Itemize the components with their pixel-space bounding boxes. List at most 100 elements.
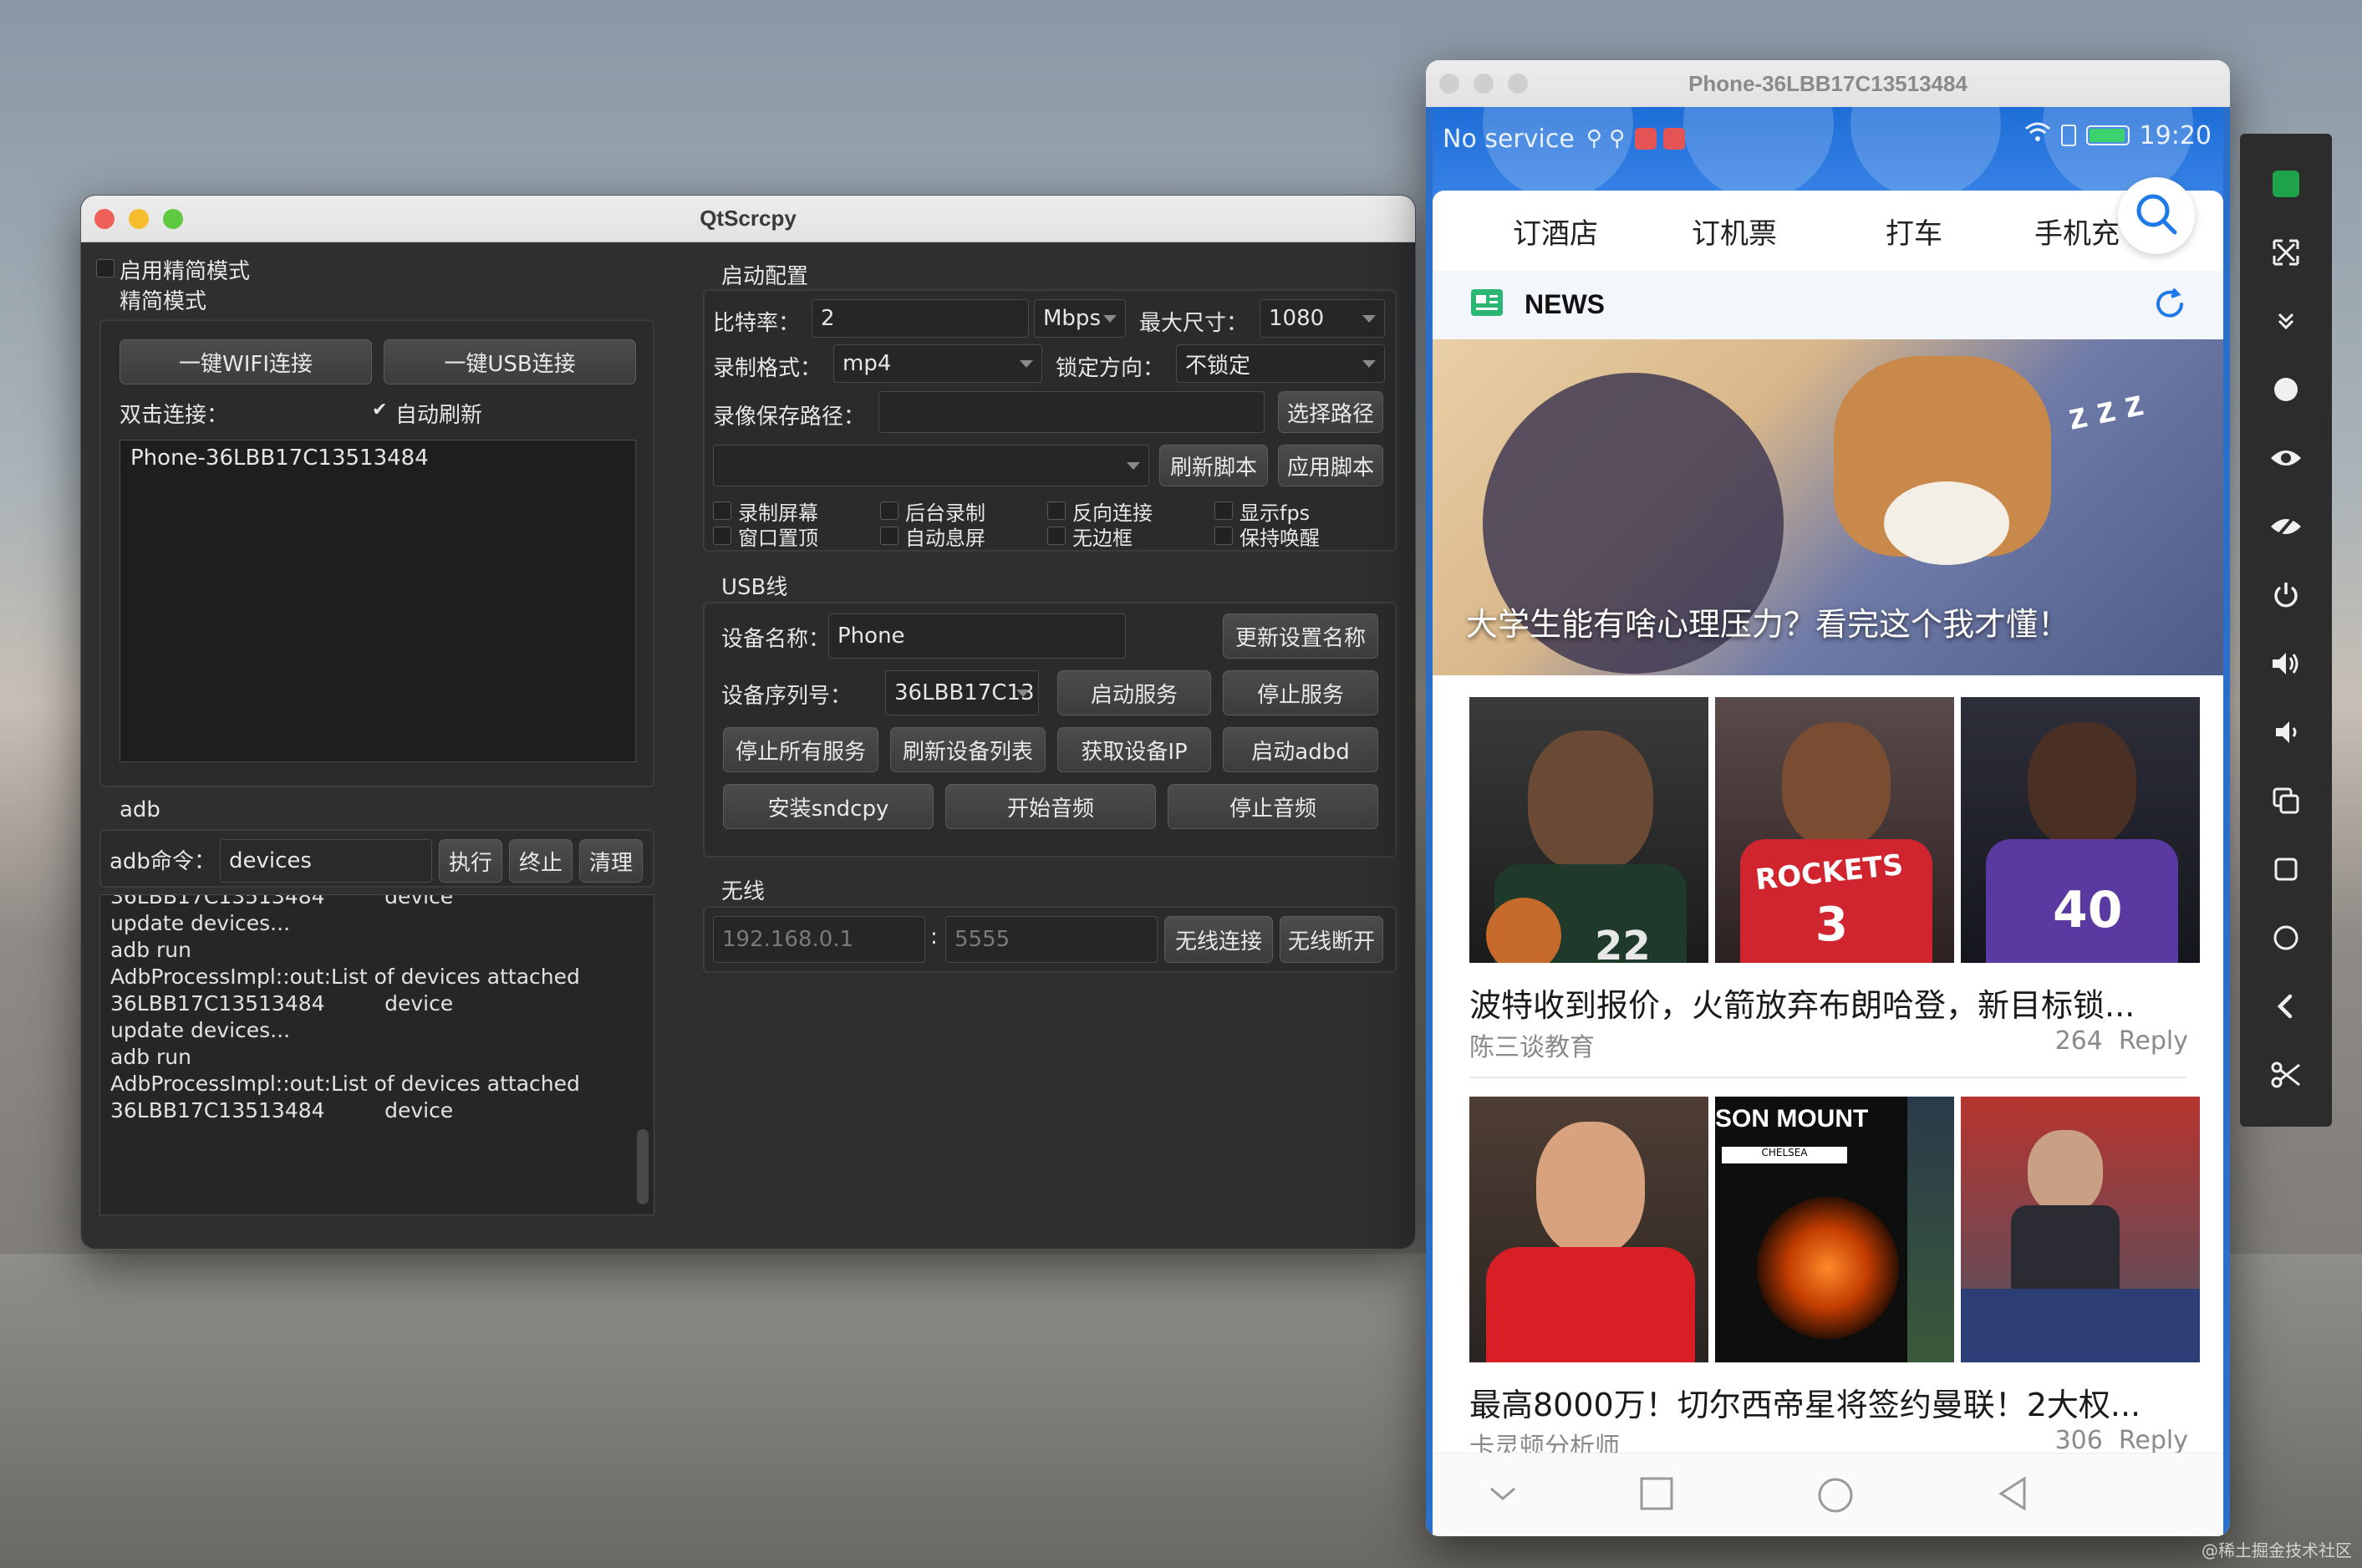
hero-banner[interactable]: z z z 大学生能有啥心理压力？看完这个我才懂！ <box>1433 339 2223 675</box>
device-list-item[interactable]: Phone-36LBB17C13513484 <box>120 440 635 476</box>
phone-zoom-button[interactable] <box>1508 74 1528 94</box>
usb-group-label: USB线 <box>721 575 788 600</box>
record-format-label: 录制格式： <box>713 356 822 381</box>
simple-mode-checkbox[interactable] <box>96 259 115 277</box>
hero-cat-chest <box>1884 481 2009 565</box>
get-device-ip-button[interactable]: 获取设备IP <box>1057 727 1211 772</box>
wireless-disconnect-button[interactable]: 无线断开 <box>1280 916 1383 963</box>
news-card[interactable]: SON MOUNT CHELSEA 最高8000万！切尔西帝星将签约曼联！2大权… <box>1433 1097 2223 1464</box>
reverse-connect-checkbox[interactable] <box>1047 501 1066 520</box>
refresh-devices-button[interactable]: 刷新设备列表 <box>890 727 1046 772</box>
search-button[interactable] <box>2118 177 2195 254</box>
install-sndcpy-button[interactable]: 安装sndcpy <box>723 784 934 829</box>
news-card[interactable]: 22 ROCKETS 3 40 波特收到报价，火箭放弃布朗哈登，新目标锁... … <box>1433 697 2223 1065</box>
tab-flight[interactable]: 订机票 <box>1692 211 1777 252</box>
phone-traffic-lights <box>1439 74 1528 94</box>
watermark: @稀土掘金技术社区 <box>2202 1540 2352 1560</box>
wifi-connect-button[interactable]: 一键WIFI连接 <box>120 339 372 384</box>
service-tabs: 订酒店 订机票 打车 手机充 <box>1433 191 2223 271</box>
bitrate-input[interactable]: 2 <box>812 299 1029 338</box>
bitrate-unit-select[interactable]: Mbps <box>1034 299 1126 338</box>
max-size-select[interactable]: 1080 <box>1260 299 1385 338</box>
start-adbd-button[interactable]: 启动adbd <box>1223 727 1378 772</box>
tab-hotel[interactable]: 订酒店 <box>1513 211 1598 252</box>
wireless-connect-button[interactable]: 无线连接 <box>1164 916 1273 963</box>
phone-titlebar[interactable]: Phone-36LBB17C13513484 <box>1426 60 2230 107</box>
window-on-top-checkbox[interactable] <box>713 527 731 545</box>
log-line: AdbProcessImpl::out:List of devices atta… <box>110 965 580 989</box>
phone-minimize-button[interactable] <box>1474 74 1494 94</box>
dot-icon[interactable] <box>2266 369 2306 410</box>
frameless-checkbox[interactable] <box>1047 527 1066 545</box>
device-serial-select[interactable]: 36LBB17C13 <box>885 670 1039 715</box>
jersey-number: 22 <box>1595 923 1651 963</box>
back-triangle-icon[interactable] <box>1994 1475 2031 1515</box>
power-icon[interactable] <box>2266 575 2306 615</box>
record-path-input[interactable] <box>878 391 1265 433</box>
log-scrollbar[interactable] <box>637 1129 649 1204</box>
window-on-top-label: 窗口置顶 <box>738 527 818 550</box>
news-header: NEWS <box>1433 271 2223 339</box>
adb-log[interactable]: 36LBB17C13513484 device update devices..… <box>99 894 654 1215</box>
start-audio-button[interactable]: 开始音频 <box>945 784 1156 829</box>
eye-off-icon[interactable] <box>2266 507 2306 547</box>
tab-taxi[interactable]: 打车 <box>1886 211 1942 252</box>
start-service-button[interactable]: 启动服务 <box>1057 670 1211 715</box>
stop-button[interactable]: 终止 <box>509 839 573 883</box>
thumbnail-image: 40 <box>1961 697 2200 963</box>
port-input[interactable]: 5555 <box>945 916 1158 963</box>
ip-input[interactable]: 192.168.0.1 <box>713 916 925 963</box>
reply-count: 264 <box>2054 1026 2103 1056</box>
home-circle-icon[interactable] <box>1815 1475 1855 1519</box>
log-line: update devices... <box>110 1018 291 1042</box>
background-record-checkbox[interactable] <box>880 501 898 520</box>
device-name-label: 设备名称： <box>721 627 831 652</box>
exec-button[interactable]: 执行 <box>439 839 502 883</box>
card-title: 波特收到报价，火箭放弃布朗哈登，新目标锁... <box>1469 987 2135 1024</box>
square-icon[interactable] <box>2266 849 2306 889</box>
volume-up-icon[interactable] <box>2266 644 2306 684</box>
back-icon[interactable] <box>2266 986 2306 1026</box>
circle-icon[interactable] <box>2266 918 2306 958</box>
clear-button[interactable]: 清理 <box>579 839 643 883</box>
stop-audio-button[interactable]: 停止音频 <box>1168 784 1378 829</box>
refresh-script-button[interactable]: 刷新脚本 <box>1159 445 1268 486</box>
adb-cmd-input[interactable]: devices <box>220 839 432 883</box>
auto-screen-off-checkbox[interactable] <box>880 527 898 545</box>
record-format-select[interactable]: mp4 <box>833 344 1042 383</box>
log-line: 36LBB17C13513484 device <box>110 894 454 909</box>
recents-square-icon[interactable] <box>1638 1475 1675 1515</box>
device-list[interactable]: Phone-36LBB17C13513484 <box>120 440 636 762</box>
switch-icon[interactable] <box>2266 164 2306 204</box>
minimize-button[interactable] <box>129 209 149 229</box>
stop-service-button[interactable]: 停止服务 <box>1223 670 1378 715</box>
zoom-button[interactable] <box>163 209 183 229</box>
chevron-down-icon[interactable] <box>1484 1475 1521 1515</box>
thumbnail-image: 22 <box>1469 697 1708 963</box>
volume-down-icon[interactable] <box>2266 712 2306 752</box>
stop-all-services-button[interactable]: 停止所有服务 <box>723 727 878 772</box>
usb-connect-button[interactable]: 一键USB连接 <box>384 339 636 384</box>
update-name-button[interactable]: 更新设置名称 <box>1223 613 1378 659</box>
select-path-button[interactable]: 选择路径 <box>1278 391 1383 433</box>
copy-icon[interactable] <box>2266 781 2306 821</box>
auto-refresh-checkbox[interactable] <box>370 400 389 421</box>
lock-orientation-select[interactable]: 不锁定 <box>1176 344 1385 383</box>
stay-awake-checkbox[interactable] <box>1214 527 1233 545</box>
apply-script-button[interactable]: 应用脚本 <box>1278 445 1383 486</box>
show-fps-checkbox[interactable] <box>1214 501 1233 520</box>
tab-recharge[interactable]: 手机充 <box>2034 211 2120 252</box>
reply-count: 306 <box>2054 1426 2103 1455</box>
record-screen-checkbox[interactable] <box>713 501 731 520</box>
qt-titlebar[interactable]: QtScrcpy <box>81 196 1415 242</box>
phone-screen[interactable]: No service ⚲ ⚲ 19:20 订酒店 订机票 打车 手机充 NEWS… <box>1426 107 2230 1536</box>
close-button[interactable] <box>94 209 115 229</box>
refresh-icon[interactable] <box>2151 286 2188 326</box>
collapse-icon[interactable] <box>2266 301 2306 341</box>
screenshot-icon[interactable] <box>2266 1055 2306 1095</box>
fullscreen-icon[interactable] <box>2266 232 2306 272</box>
phone-close-button[interactable] <box>1439 74 1459 94</box>
eye-icon[interactable] <box>2266 438 2306 478</box>
script-select[interactable] <box>713 445 1149 486</box>
device-name-input[interactable]: Phone <box>828 613 1126 659</box>
